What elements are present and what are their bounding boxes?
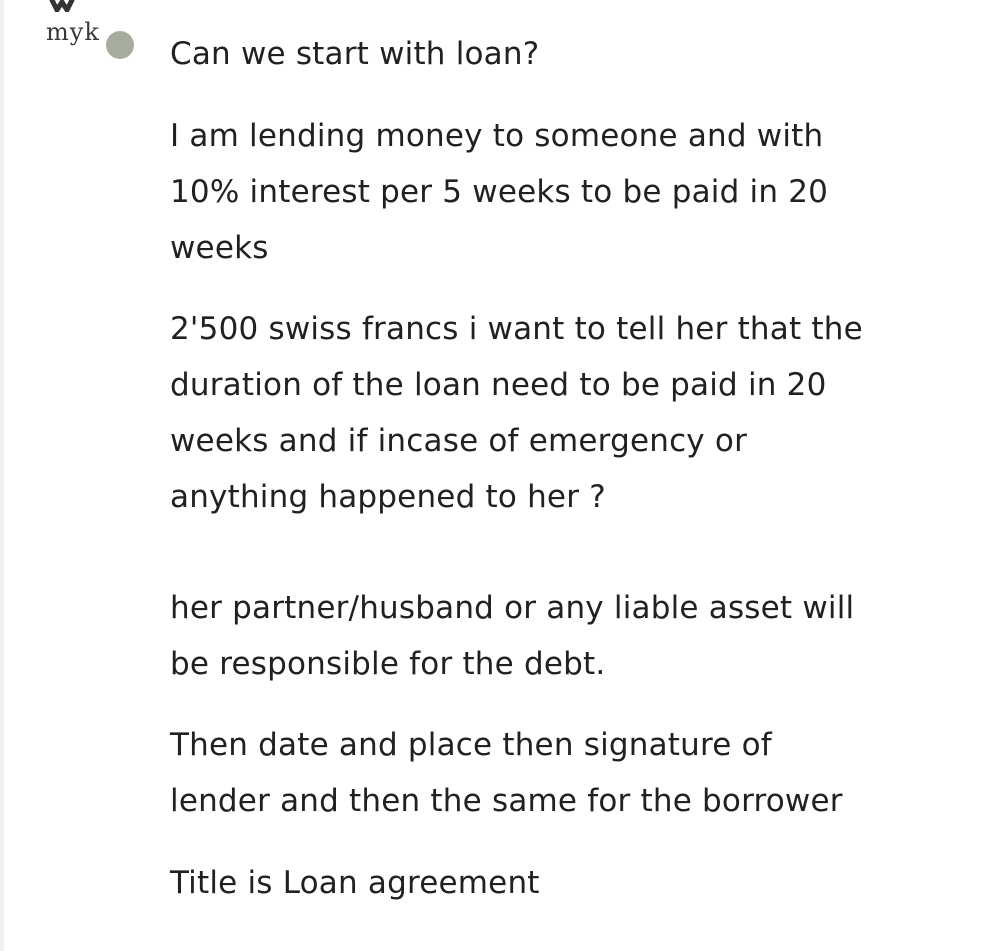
- status-dot: [106, 31, 134, 59]
- user-message: Can we start with loan? I am lending mon…: [170, 26, 970, 911]
- message-paragraph: Can we start with loan?: [170, 36, 540, 72]
- left-edge-divider: [0, 0, 4, 951]
- brand-logo-icon: [49, 0, 75, 12]
- message-paragraph: Then date and place then signature of le…: [170, 727, 843, 819]
- avatar[interactable]: myk: [44, 0, 140, 70]
- message-paragraph: her partner/husband or any liable asset …: [170, 590, 855, 682]
- avatar-logo-text: myk: [46, 18, 100, 46]
- message-paragraph: I am lending money to someone and with 1…: [170, 118, 829, 266]
- message-paragraph: Title is Loan agreement: [170, 865, 540, 901]
- message-paragraph: 2'500 swiss francs i want to tell her th…: [170, 311, 863, 515]
- chat-page: myk Can we start with loan? I am lending…: [0, 0, 999, 951]
